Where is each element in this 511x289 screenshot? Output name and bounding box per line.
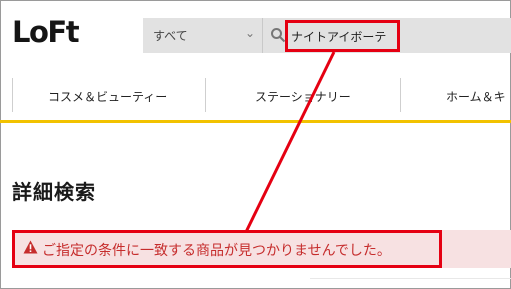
annotation-connector-line: [244, 51, 336, 233]
